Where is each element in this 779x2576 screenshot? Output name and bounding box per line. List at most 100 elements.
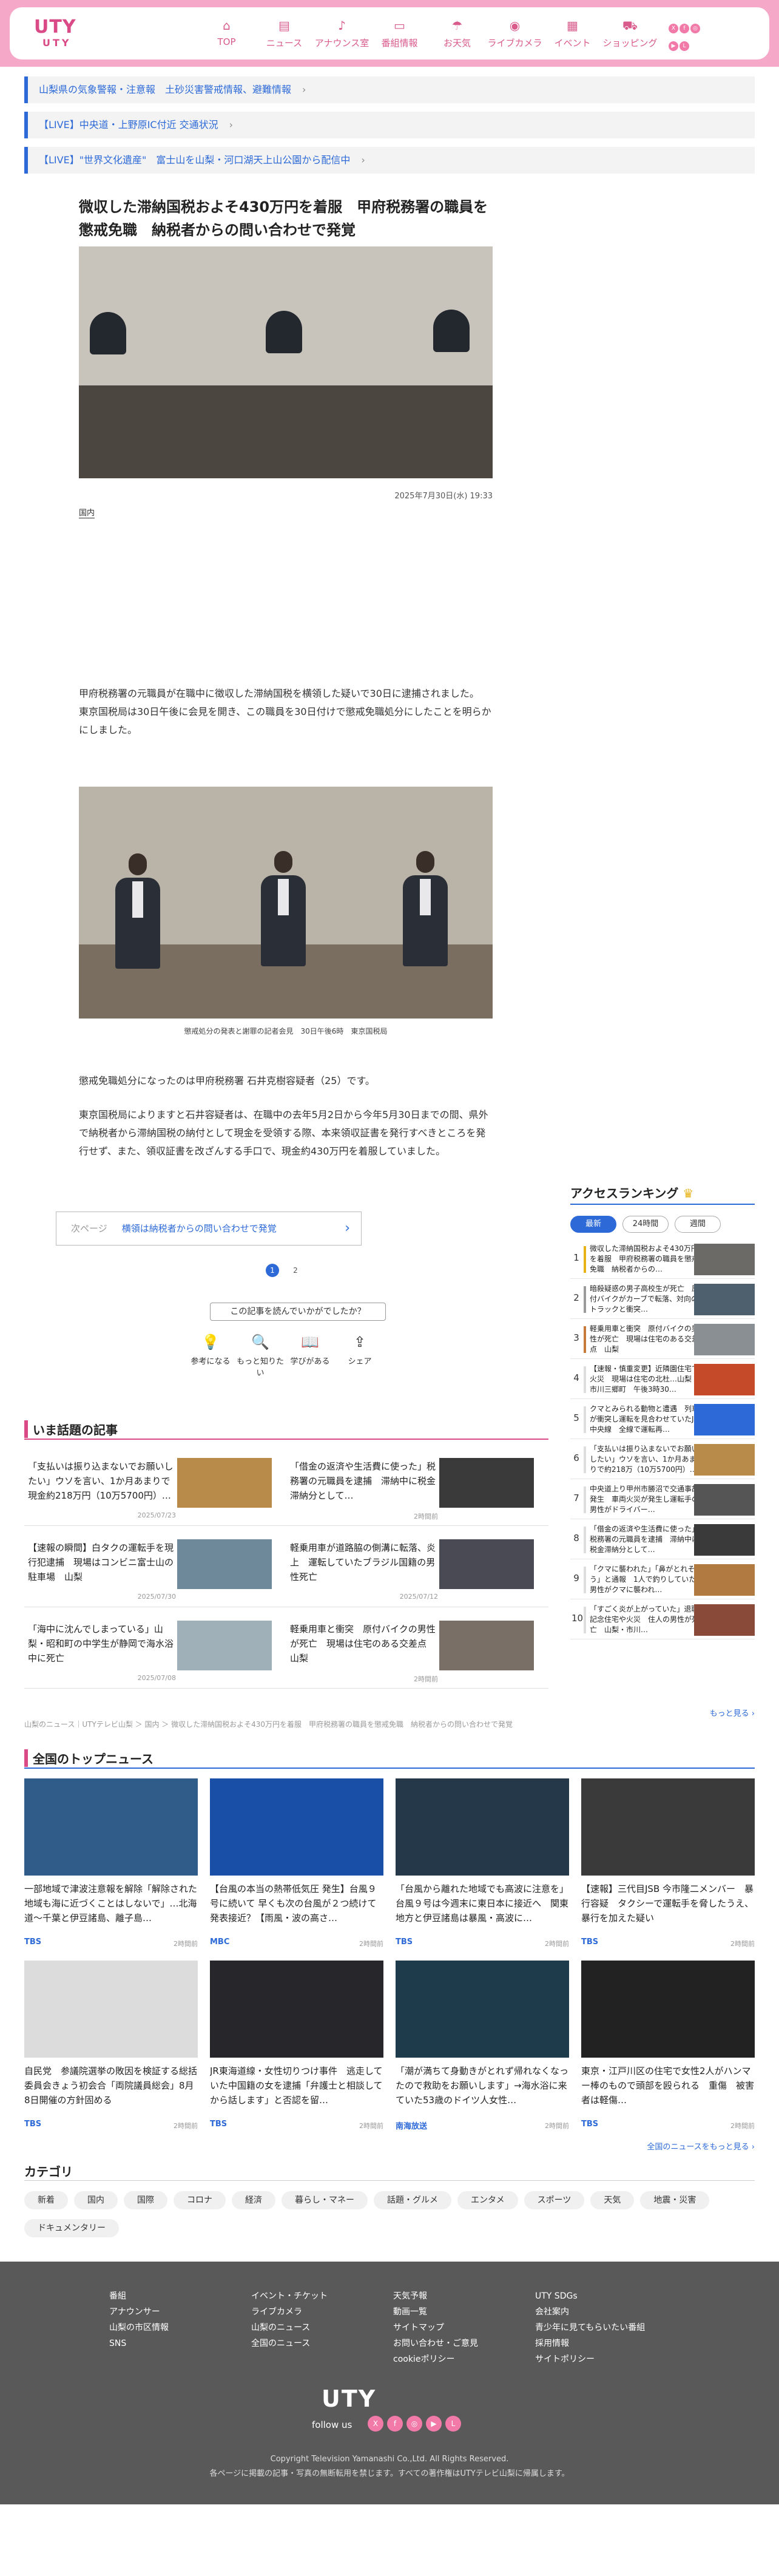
category-chip[interactable]: エンタメ: [457, 2191, 518, 2209]
national-news-item[interactable]: 「潮が満ちて身動きがとれず帰れなくなったので救助をお願いします」→海水浴に来てい…: [396, 1961, 569, 2137]
footer-link[interactable]: cookieポリシー: [393, 2351, 478, 2367]
instagram-icon[interactable]: ◎: [406, 2416, 422, 2432]
x-icon[interactable]: X: [669, 24, 678, 33]
category-list: 新着 国内 国際 コロナ 経済 暮らし・マネー 話題・グルメ エンタメ スポーツ 天気 地震・災害ド…: [24, 2191, 755, 2247]
category-chip[interactable]: スポーツ: [524, 2191, 585, 2209]
ranking-item[interactable]: 4 【速報・慎重変更】近隣園住宅で火災 現場は住宅の北杜…山梨・市川三郷町 午後3…: [570, 1360, 755, 1399]
topic-item[interactable]: 「借金の返済や生活費に使った」税務署の元職員を逮捕 滞納中に税金滞納分として… 2…: [286, 1451, 548, 1526]
national-news-item[interactable]: 東京・江戸川区の住宅で女性2人がハンマー棒のもので頭部を殴られる 重傷 被害者は…: [581, 1961, 755, 2137]
alert-live-traffic[interactable]: 【LIVE】中央道・上野原IC付近 交通状況 ›: [24, 112, 755, 138]
youtube-icon[interactable]: ▶: [669, 41, 678, 51]
nav-item-5[interactable]: ◉ ライブカメラ: [486, 18, 544, 49]
category-chip[interactable]: 地震・災害: [640, 2191, 710, 2209]
footer-link[interactable]: ライブカメラ: [251, 2304, 328, 2320]
ranking-item[interactable]: 7 中央道上り甲州市勝沼で交通事故発生 車両火災が発生し運転手の男性がドライバー…: [570, 1480, 755, 1519]
page-2[interactable]: 2: [289, 1264, 302, 1277]
home-icon: ⌂: [223, 18, 231, 33]
footer-link[interactable]: お問い合わせ・ご意見: [393, 2336, 478, 2351]
footer-link[interactable]: 番組: [109, 2288, 169, 2304]
nav-item-3[interactable]: ▭ 番組情報: [371, 18, 428, 49]
national-more-link[interactable]: 全国のニュースをもっと見る ›: [647, 2140, 755, 2152]
chevron-right-icon: ›: [345, 1221, 350, 1236]
national-news-item[interactable]: 【台風の本当の熱帯低気圧 発生】台風９号に続いて 早くも次の台風が２つ続けて発表…: [210, 1778, 383, 1954]
ranking-tab-2[interactable]: 週間: [675, 1216, 721, 1233]
site-logo[interactable]: UTY UTY: [34, 17, 95, 51]
reaction-button-1[interactable]: 🔍 もっと知りたい: [235, 1333, 285, 1378]
youtube-icon[interactable]: ▶: [426, 2416, 442, 2432]
ranking-item[interactable]: 8 「借金の返済や生活費に使った」税務署の元職員を逮捕 滞納中に税金滞納分として…: [570, 1520, 755, 1559]
footer-link[interactable]: 全国のニュース: [251, 2336, 328, 2351]
ranking-item[interactable]: 9 「クマに襲われた」「鼻がとれそう」と通報 1人で釣りしていた男性がクマに襲われ…: [570, 1561, 755, 1599]
ranking-tab-0[interactable]: 最新: [570, 1216, 616, 1233]
reaction-button-2[interactable]: 📖 学びがある: [285, 1333, 335, 1378]
category-chip[interactable]: 新着: [24, 2191, 68, 2209]
ranking-item[interactable]: 1 微収した滞納国税およそ430万円を着服 甲府税務署の職員を懲戒免職 納税者から…: [570, 1240, 755, 1279]
national-news-item[interactable]: 自民党 参議院選挙の敗因を検証する総括委員会きょう初会合「両院議員総会」8月8日…: [24, 1961, 198, 2137]
category-chip[interactable]: 国際: [124, 2191, 167, 2209]
topic-item[interactable]: 軽乗用車と衝突 原付バイクの男性が死亡 現場は住宅のある交差点 山梨 2時間前: [286, 1613, 548, 1689]
reaction-button-3[interactable]: ⇪ シェア: [335, 1333, 385, 1378]
page-1[interactable]: 1: [266, 1264, 279, 1277]
footer-link[interactable]: 青少年に見てもらいたい番組: [535, 2320, 645, 2336]
ranking-item[interactable]: 10 「すごく炎が上がっていた」退職記念住宅や火災 住人の男性が死亡 山梨・市川…: [570, 1601, 755, 1639]
ranking-color-bar: [584, 1406, 586, 1433]
national-news-item[interactable]: 「台風から離れた地域でも高波に注意を」台風９号は今週末に東日本に接近へ 関東地方…: [396, 1778, 569, 1954]
instagram-icon[interactable]: ◎: [690, 24, 700, 33]
reaction-button-0[interactable]: 💡 参考になる: [186, 1333, 235, 1378]
nav-item-6[interactable]: ▦ イベント: [544, 18, 601, 49]
category-chip[interactable]: 経済: [232, 2191, 275, 2209]
national-news-item[interactable]: 一部地域で津波注意報を解除「解除された地域も海に近づくことはしないで」…北海道〜…: [24, 1778, 198, 1954]
nav-item-0[interactable]: ⌂ TOP: [198, 18, 255, 49]
nav-item-4[interactable]: ☂ お天気: [428, 18, 486, 49]
ranking-number: 8: [573, 1533, 579, 1544]
footer-link[interactable]: 動画一覧: [393, 2304, 478, 2320]
national-news-title: JR東海道線・女性切りつけ事件 逃走していた中国籍の女を逮捕「弁護士と相談してか…: [210, 2066, 383, 2106]
footer-link[interactable]: イベント・チケット: [251, 2288, 328, 2304]
category-chip[interactable]: 話題・グルメ: [374, 2191, 451, 2209]
facebook-icon[interactable]: f: [680, 24, 689, 33]
national-news-item[interactable]: 【速報】三代目JSB 今市隆二メンバー 暴行容疑 タクシーで運転手を脅したうえ、…: [581, 1778, 755, 1954]
breadcrumb[interactable]: 山梨のニュース｜UTYテレビ山梨 ＞ 国内 ＞ 微収した滞納国税およそ430万円…: [24, 1719, 513, 1729]
alert-weather-warning[interactable]: 山梨県の気象警報・注意報 土砂災害警戒情報、避難情報 ›: [24, 76, 755, 103]
ranking-color-bar: [584, 1567, 586, 1593]
ranking-tab-1[interactable]: 24時間: [622, 1216, 669, 1233]
nav-item-2[interactable]: ♪ アナウンス室: [313, 18, 371, 49]
national-news-item[interactable]: JR東海道線・女性切りつけ事件 逃走していた中国籍の女を逮捕「弁護士と相談してか…: [210, 1961, 383, 2137]
footer-link[interactable]: 会社案内: [535, 2304, 645, 2320]
topic-time: 2025/07/08: [137, 1674, 176, 1682]
footer-link[interactable]: 採用情報: [535, 2336, 645, 2351]
line-icon[interactable]: L: [445, 2416, 461, 2432]
topic-item[interactable]: 【速報の瞬間】白タクの運転手を現行犯逮捕 現場はコンビニ富士山の駐車場 山梨 20…: [24, 1532, 286, 1607]
footer-link[interactable]: サイトポリシー: [535, 2351, 645, 2367]
category-chip[interactable]: 天気: [590, 2191, 635, 2209]
footer-link[interactable]: 天気予報: [393, 2288, 478, 2304]
footer-link[interactable]: 山梨の市区情報: [109, 2320, 169, 2336]
footer-link[interactable]: 山梨のニュース: [251, 2320, 328, 2336]
topic-item[interactable]: 軽乗用車が道路脇の側溝に転落、炎上 運転していたブラジル国籍の男性死亡 2025/…: [286, 1532, 548, 1607]
topic-thumbnail: [439, 1539, 534, 1589]
footer-link[interactable]: SNS: [109, 2336, 169, 2351]
category-chip[interactable]: コロナ: [174, 2191, 226, 2209]
footer-link[interactable]: サイトマップ: [393, 2320, 478, 2336]
nav-item-1[interactable]: ▤ ニュース: [255, 18, 313, 49]
nav-item-7[interactable]: ⛟ ショッピング: [601, 18, 659, 49]
category-chip[interactable]: 暮らし・マネー: [282, 2191, 368, 2209]
ranking-item[interactable]: 3 軽乗用車と衝突 原付バイクの男性が死亡 現場は住宅のある交差点 山梨: [570, 1320, 755, 1359]
footer-link[interactable]: UTY SDGs: [535, 2288, 645, 2304]
x-icon[interactable]: X: [368, 2416, 383, 2432]
footer-link[interactable]: アナウンサー: [109, 2304, 169, 2320]
footer-logo[interactable]: UTY: [322, 2385, 376, 2412]
ranking-item[interactable]: 2 暗殺疑惑の男子高校生が死亡 原付バイクがカーブで転落、対向のトラックと衝突…: [570, 1280, 755, 1319]
category-chip[interactable]: ドキュメンタリー: [24, 2219, 119, 2237]
ranking-item[interactable]: 5 クマとみられる動物と遭遇 列車が衝突し運転を見合わせていたJR中央線 全線で運…: [570, 1400, 755, 1439]
topic-item[interactable]: 「支払いは振り込まないでお願いしたい」ウソを言い、1か月あまりで現金約218万円…: [24, 1451, 286, 1526]
article-category-tag[interactable]: 国内: [79, 506, 95, 518]
ranking-item[interactable]: 6 「支払いは振り込まないでお願いしたい」ウソを言い、1か月あまりで約218万（1…: [570, 1440, 755, 1479]
facebook-icon[interactable]: f: [387, 2416, 403, 2432]
alert-live-fuji[interactable]: 【LIVE】"世界文化遺産" 富士山を山梨・河口湖天上山公園から配信中 ›: [24, 147, 755, 174]
topic-item[interactable]: 「海中に沈んでしまっている」山梨・昭和町の中学生が静岡で海水浴中に死亡 2025/…: [24, 1613, 286, 1689]
ranking-more-link[interactable]: もっと見る ›: [710, 1707, 755, 1718]
line-icon[interactable]: L: [680, 41, 689, 51]
category-chip[interactable]: 国内: [74, 2191, 118, 2209]
next-page-link[interactable]: 次ページ 横領は納税者からの問い合わせで発覚 ›: [56, 1212, 362, 1246]
